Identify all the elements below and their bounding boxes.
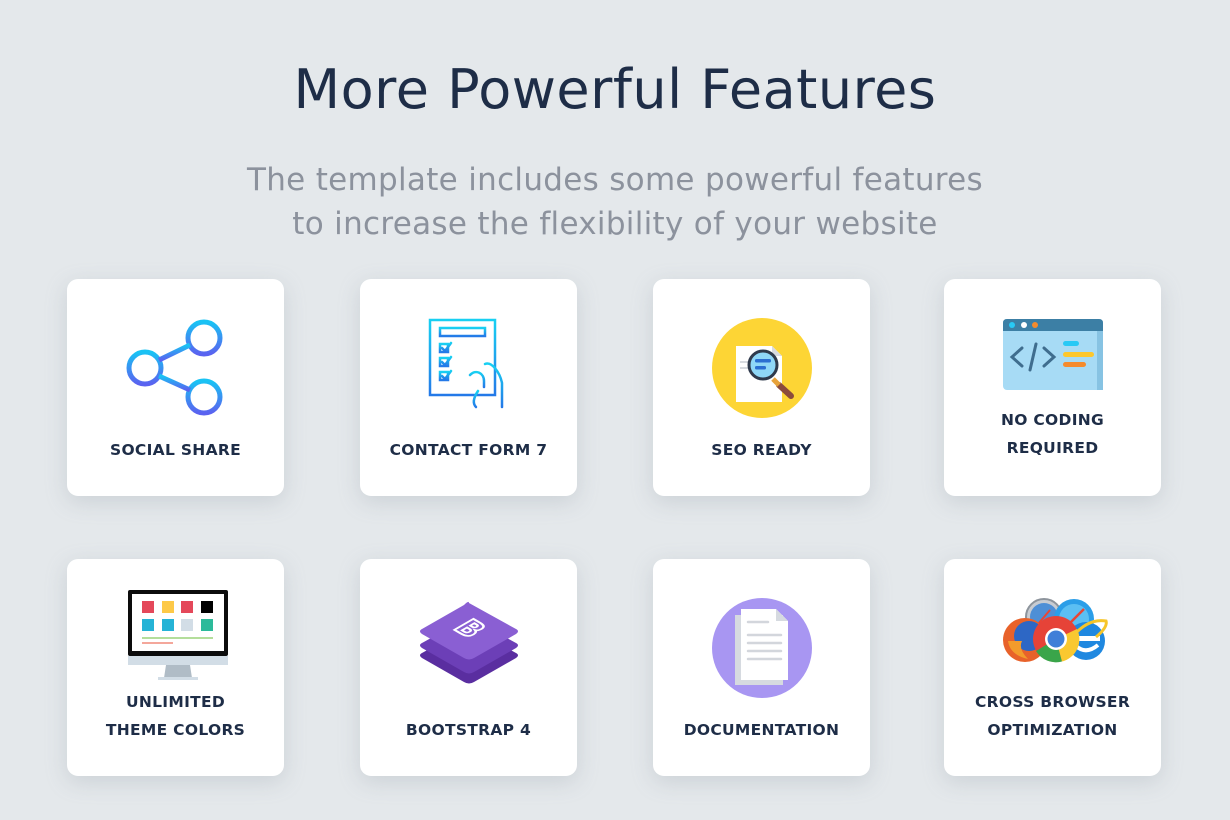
feature-label: NO CODING REQUIRED (1000, 411, 1105, 457)
feature-label: CROSS BROWSER OPTIMIZATION (974, 693, 1131, 739)
subtitle-line: to increase the flexibility of your webs… (292, 206, 938, 242)
code-window-icon (998, 317, 1108, 417)
feature-card-no-coding: NO CODING REQUIRED (944, 279, 1161, 496)
subtitle-line: The template includes some powerful feat… (247, 162, 983, 198)
feature-card-social-share: SOCIAL SHARE (67, 279, 284, 496)
bootstrap-icon: B (414, 597, 524, 697)
feature-label: DOCUMENTATION (683, 721, 840, 739)
feature-card-seo-ready: SEO READY (653, 279, 870, 496)
feature-card-contact-form: CONTACT FORM 7 (360, 279, 577, 496)
feature-label: UNLIMITED THEME COLORS (105, 693, 246, 739)
document-icon (707, 597, 817, 698)
feature-card-theme-colors: UNLIMITED THEME COLORS (67, 559, 284, 776)
page-title: More Powerful Features (293, 58, 937, 121)
color-monitor-icon (121, 588, 231, 688)
seo-search-icon (707, 317, 817, 418)
feature-label: SOCIAL SHARE (109, 441, 241, 459)
feature-card-bootstrap: B BOOTSTRAP 4 (360, 559, 577, 776)
page-subtitle: The template includes some powerful feat… (0, 158, 1230, 246)
contact-form-icon (414, 317, 524, 417)
browsers-icon (998, 597, 1108, 697)
feature-card-cross-browser: CROSS BROWSER OPTIMIZATION (944, 559, 1161, 776)
feature-label: CONTACT FORM 7 (389, 441, 548, 459)
share-icon (121, 317, 231, 417)
feature-card-documentation: DOCUMENTATION (653, 559, 870, 776)
feature-label: SEO READY (711, 441, 812, 459)
feature-label: BOOTSTRAP 4 (405, 721, 532, 739)
